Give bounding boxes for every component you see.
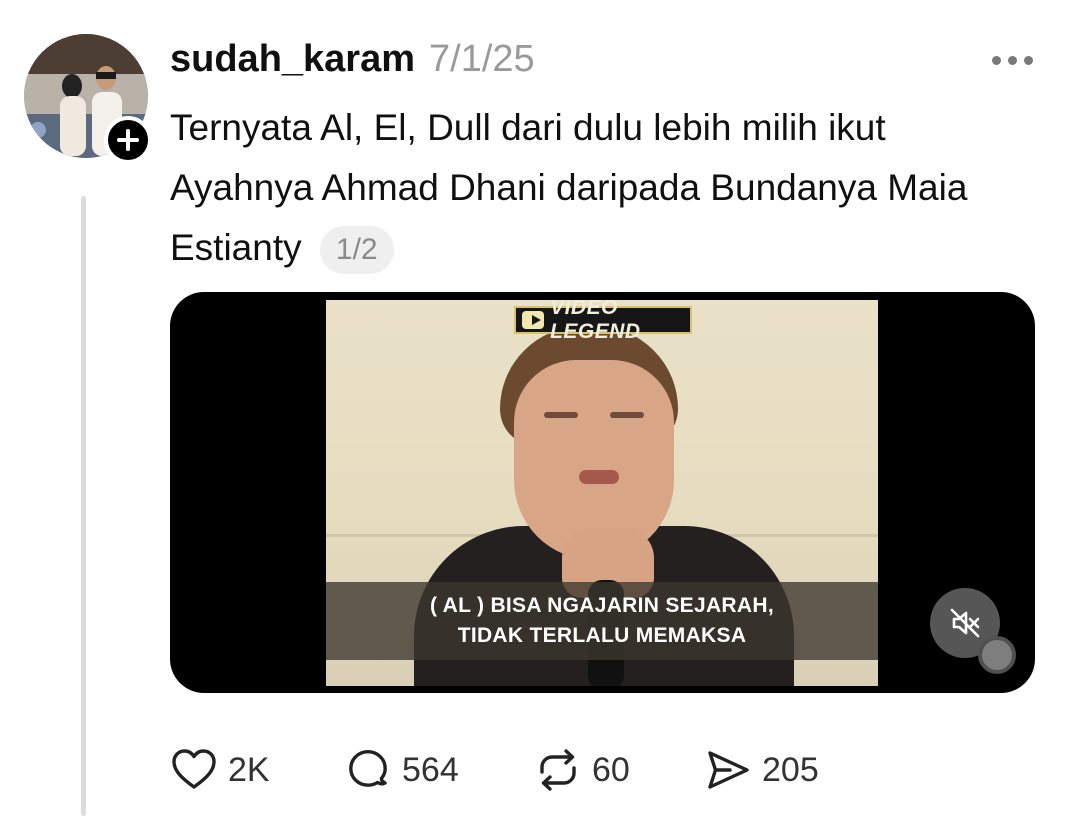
share-count: 205 (762, 750, 819, 789)
thread-line (81, 196, 86, 816)
like-button[interactable]: 2K (170, 745, 270, 795)
playback-handle[interactable] (978, 636, 1016, 674)
reply-button[interactable]: 564 (344, 745, 459, 795)
more-icon-dot (1023, 55, 1033, 65)
share-button[interactable]: 205 (704, 745, 819, 795)
post-text: Ternyata Al, El, Dull dari dulu lebih mi… (170, 98, 1030, 278)
person-eye-left (544, 412, 578, 418)
follow-button[interactable] (104, 116, 152, 164)
more-options-button[interactable] (988, 50, 1036, 70)
subtitle-line-2: TIDAK TERLALU MEMAKSA (457, 624, 747, 647)
video-player[interactable]: VIDEO LEGEND ( AL ) BISA NGAJARIN SEJARA… (170, 292, 1035, 693)
subtitle-bar: ( AL ) BISA NGAJARIN SEJARAH, TIDAK TERL… (326, 582, 878, 660)
subtitle-line-1: ( AL ) BISA NGAJARIN SEJARAH, (430, 594, 774, 617)
more-icon (991, 55, 1001, 65)
share-icon (708, 751, 749, 789)
username[interactable]: sudah_karam (170, 38, 415, 81)
person-mouth (579, 470, 619, 484)
channel-name: VIDEO LEGEND (550, 300, 641, 343)
plus-icon (117, 129, 139, 151)
reply-count: 564 (402, 750, 459, 789)
repost-count: 60 (592, 750, 630, 789)
repost-icon (540, 749, 576, 791)
heart-icon (172, 749, 216, 789)
comment-icon (349, 750, 387, 787)
post-body: Ternyata Al, El, Dull dari dulu lebih mi… (170, 107, 968, 268)
play-logo-icon (522, 311, 545, 329)
avatar-container[interactable] (24, 34, 152, 164)
video-frame: VIDEO LEGEND ( AL ) BISA NGAJARIN SEJARA… (326, 300, 878, 686)
like-count: 2K (228, 750, 270, 789)
post-header: sudah_karam 7/1/25 (170, 38, 535, 81)
more-icon-dot (1007, 55, 1017, 65)
timestamp: 7/1/25 (429, 38, 535, 80)
channel-logo: VIDEO LEGEND (514, 300, 692, 343)
mute-icon (950, 608, 980, 638)
page-indicator: 1/2 (319, 226, 394, 275)
repost-button[interactable]: 60 (534, 745, 630, 795)
person-eye-right (610, 412, 644, 418)
